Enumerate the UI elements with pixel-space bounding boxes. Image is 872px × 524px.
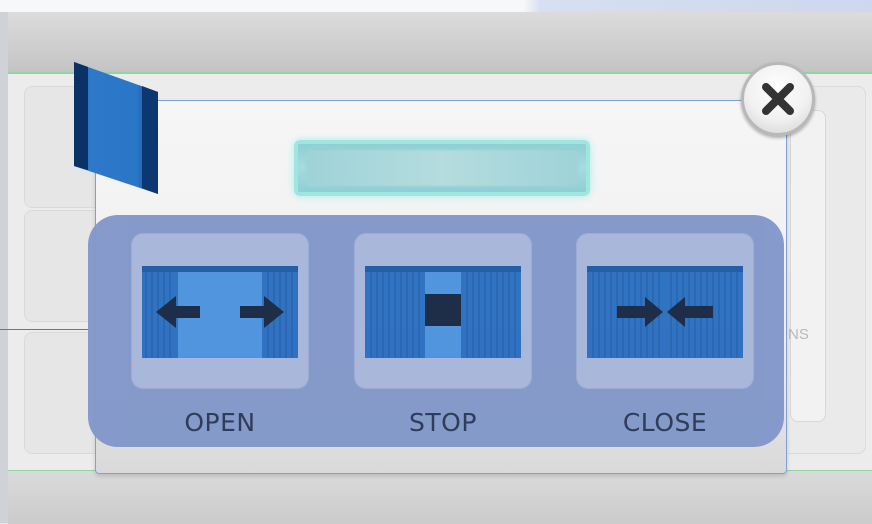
- background-card: [790, 110, 826, 422]
- close-button[interactable]: [741, 62, 815, 136]
- curtain-device-icon: [74, 62, 158, 194]
- divider: [0, 329, 92, 330]
- open-button[interactable]: [131, 233, 309, 389]
- stop-label: STOP: [409, 408, 477, 437]
- curtain-open-icon: [142, 266, 298, 358]
- curtain-name-field[interactable]: [294, 140, 590, 196]
- close-curtain-button[interactable]: [576, 233, 754, 389]
- app-footer: [8, 470, 872, 524]
- curtain-close-icon: [587, 266, 743, 358]
- background-label: NS: [788, 326, 809, 343]
- close-label: CLOSE: [622, 408, 708, 437]
- stop-button[interactable]: [354, 233, 532, 389]
- curtain-name-value: [306, 150, 578, 186]
- curtain-stop-icon: [365, 266, 521, 358]
- open-label: OPEN: [184, 408, 256, 437]
- curtain-control-panel: OPEN STOP CLOSE: [88, 215, 784, 447]
- close-icon: [762, 83, 794, 115]
- left-edge: [0, 12, 8, 523]
